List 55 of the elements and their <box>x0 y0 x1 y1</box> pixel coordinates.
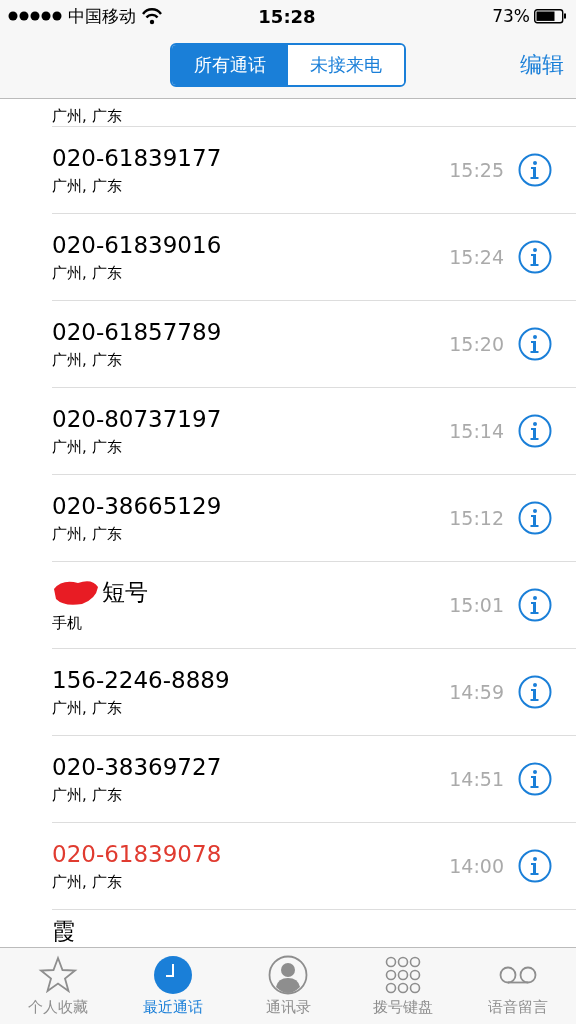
tab-bar-item[interactable]: 最近通话 <box>115 948 231 1024</box>
tab-bar-item[interactable]: 拨号键盘 <box>345 948 461 1024</box>
carrier-name: 中国移动 <box>68 4 136 28</box>
info-icon[interactable] <box>518 588 552 622</box>
call-time: 14:00 <box>449 855 504 877</box>
caller-name: 020-38369727 <box>52 753 223 780</box>
tab-bar-item[interactable]: 语音留言 <box>460 948 576 1024</box>
call-location: 广州, 广东 <box>52 107 123 126</box>
wifi-icon <box>142 7 162 25</box>
info-icon[interactable] <box>518 762 552 796</box>
info-icon[interactable] <box>518 327 552 361</box>
call-location: 广州, 广东 <box>52 698 123 718</box>
caller-name: 156-2246-8889 <box>52 666 231 693</box>
caller-name: 020-80737197 <box>52 405 223 432</box>
call-time: 15:14 <box>449 420 504 442</box>
info-icon[interactable] <box>518 501 552 535</box>
battery-icon <box>534 8 566 24</box>
info-icon[interactable] <box>518 414 552 448</box>
call-location: 广州, 广东 <box>52 872 123 892</box>
call-time: 15:20 <box>449 333 504 355</box>
call-location: 广州, 广东 <box>52 176 123 196</box>
call-location: 手机 <box>52 614 83 633</box>
signal-icon <box>8 10 62 22</box>
caller-name: 020-61839078 <box>52 840 223 867</box>
caller-name: 020-61839177 <box>52 144 223 171</box>
call-time: 14:59 <box>449 681 504 703</box>
caller-name: 霞 <box>52 917 76 946</box>
edit-button[interactable]: 编辑 <box>520 50 564 80</box>
info-icon[interactable] <box>518 675 552 709</box>
info-icon[interactable] <box>518 849 552 883</box>
call-time: 15:25 <box>449 159 504 181</box>
info-icon[interactable] <box>518 240 552 274</box>
tab-bar-item[interactable]: 个人收藏 <box>0 948 116 1024</box>
caller-name: 020-61857789 <box>52 318 223 345</box>
call-location: 广州, 广东 <box>52 524 123 544</box>
clock-icon <box>152 955 193 995</box>
caller-name: 短号 <box>102 578 148 607</box>
info-icon[interactable] <box>518 153 552 187</box>
call-time: 15:24 <box>449 246 504 268</box>
call-location: 广州, 广东 <box>52 437 123 457</box>
caller-name: 020-61839016 <box>52 231 223 258</box>
call-location: 广州, 广东 <box>52 350 123 370</box>
status-time: 15:28 <box>257 5 317 27</box>
call-time: 14:51 <box>449 768 504 790</box>
person-icon <box>268 955 308 995</box>
call-time: 15:01 <box>449 594 504 616</box>
battery-percent: 73% <box>492 6 530 26</box>
segment-tab[interactable]: 所有通话 <box>172 45 288 85</box>
call-location: 广州, 广东 <box>52 785 123 805</box>
caller-name: 020-38665129 <box>52 492 223 519</box>
call-location: 广州, 广东 <box>52 263 123 283</box>
tab-bar-item[interactable]: 通讯录 <box>230 948 346 1024</box>
call-time: 15:12 <box>449 507 504 529</box>
segment-tab[interactable]: 未接来电 <box>288 45 404 85</box>
star-icon <box>37 955 78 995</box>
